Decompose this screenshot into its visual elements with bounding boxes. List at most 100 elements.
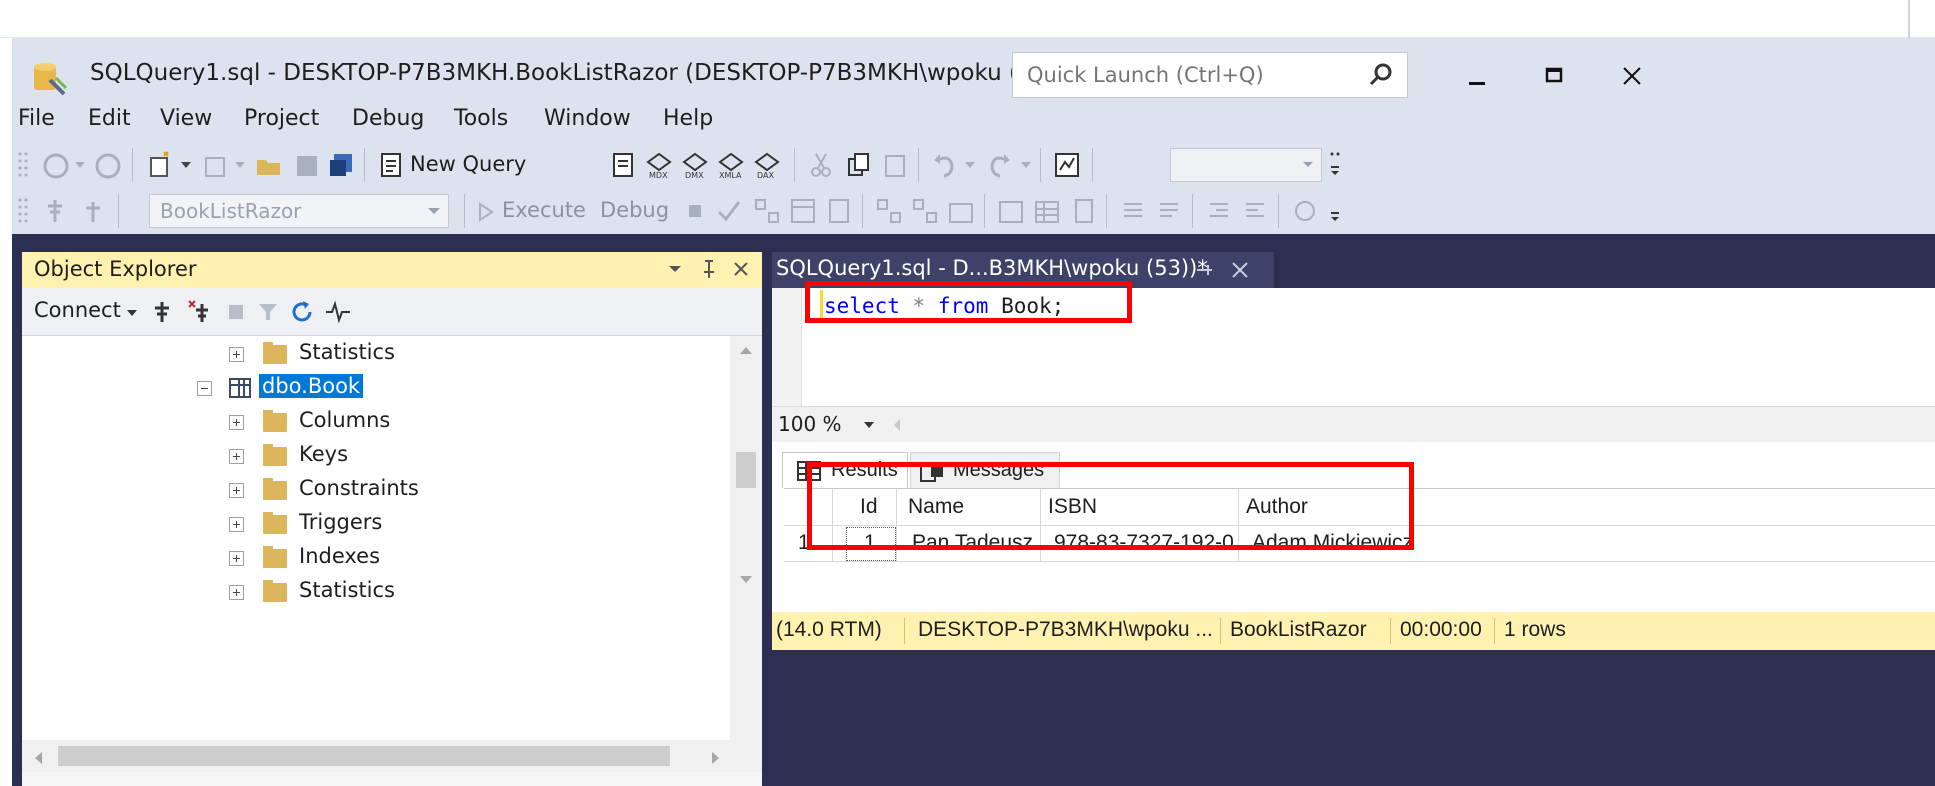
minimize-button[interactable] bbox=[1457, 56, 1497, 96]
query-designer-icon[interactable] bbox=[788, 196, 818, 226]
scroll-left-icon[interactable] bbox=[32, 750, 44, 766]
specify-values-icon[interactable] bbox=[824, 196, 854, 226]
tree-node-label[interactable]: Statistics bbox=[299, 340, 395, 364]
pin-tab-icon[interactable] bbox=[1194, 260, 1214, 280]
maximize-button[interactable] bbox=[1534, 56, 1574, 96]
tree-node[interactable]: Columns bbox=[22, 406, 730, 440]
xmla-query-icon[interactable]: XMLA bbox=[716, 150, 746, 180]
dax-query-icon[interactable]: DAX bbox=[752, 150, 782, 180]
column-header-author[interactable]: Author bbox=[1246, 495, 1308, 519]
scroll-thumb[interactable] bbox=[58, 746, 670, 766]
add-item-dropdown-icon[interactable] bbox=[234, 160, 246, 170]
zoom-level[interactable]: 100 % bbox=[778, 412, 842, 436]
tree-node-label[interactable]: Triggers bbox=[299, 510, 382, 534]
horizontal-scrollbar[interactable] bbox=[22, 740, 762, 772]
display-plan-icon[interactable] bbox=[752, 196, 782, 226]
pin-icon[interactable] bbox=[698, 258, 720, 280]
undo-icon[interactable] bbox=[930, 150, 960, 180]
expand-icon[interactable] bbox=[229, 517, 244, 532]
tree-node[interactable]: Triggers bbox=[22, 508, 730, 542]
cell-id[interactable]: 1 bbox=[864, 531, 876, 555]
results-to-file-icon[interactable] bbox=[1068, 196, 1098, 226]
column-header-name[interactable]: Name bbox=[908, 495, 964, 519]
chevron-down-icon[interactable] bbox=[864, 422, 874, 428]
execute-play-icon[interactable] bbox=[478, 202, 494, 222]
estimated-plan-icon[interactable] bbox=[874, 196, 904, 226]
menu-tools[interactable]: Tools bbox=[454, 106, 508, 131]
scroll-right-icon[interactable] bbox=[710, 750, 722, 766]
close-tab-icon[interactable] bbox=[1228, 258, 1252, 282]
scroll-up-icon[interactable] bbox=[738, 344, 754, 356]
stop-icon[interactable] bbox=[688, 204, 702, 218]
decrease-indent-icon[interactable] bbox=[1204, 196, 1234, 226]
quick-launch-box[interactable] bbox=[1012, 52, 1408, 98]
forward-icon[interactable] bbox=[94, 152, 122, 180]
tree-node-label[interactable]: Columns bbox=[299, 408, 390, 432]
new-project-icon[interactable] bbox=[146, 150, 176, 180]
menu-edit[interactable]: Edit bbox=[88, 106, 131, 131]
tree-node[interactable]: Statistics bbox=[22, 576, 730, 610]
query-editor[interactable]: select * from Book; bbox=[772, 288, 1935, 406]
tree-node-label[interactable]: Keys bbox=[299, 442, 348, 466]
scroll-left-icon[interactable] bbox=[892, 418, 902, 432]
back-dropdown-icon[interactable] bbox=[74, 160, 86, 170]
close-window-button[interactable] bbox=[1612, 56, 1652, 96]
tree-node[interactable]: Statistics bbox=[22, 338, 730, 372]
quick-launch-input[interactable] bbox=[1013, 53, 1343, 97]
activity-monitor-icon[interactable] bbox=[1052, 150, 1082, 180]
increase-indent-icon[interactable] bbox=[1240, 196, 1270, 226]
dmx-query-icon[interactable]: DMX bbox=[680, 150, 710, 180]
save-icon[interactable] bbox=[292, 150, 322, 180]
available-databases-dropdown[interactable]: BookListRazor bbox=[149, 194, 449, 228]
close-panel-icon[interactable] bbox=[730, 258, 752, 280]
query-document-tab[interactable]: SQLQuery1.sql - D...B3MKH\wpoku (53))* bbox=[772, 252, 1274, 288]
connect-plug-icon[interactable] bbox=[148, 298, 176, 326]
uncomment-icon[interactable] bbox=[1154, 196, 1184, 226]
open-file-icon[interactable] bbox=[254, 150, 284, 180]
column-header-isbn[interactable]: ISBN bbox=[1048, 495, 1097, 519]
results-to-grid-icon[interactable] bbox=[1032, 196, 1062, 226]
new-query-button[interactable]: New Query bbox=[410, 152, 526, 176]
connect-icon[interactable] bbox=[40, 196, 70, 226]
tree-node[interactable]: Indexes bbox=[22, 542, 730, 576]
filter-icon[interactable] bbox=[256, 300, 280, 324]
vertical-scrollbar[interactable] bbox=[730, 336, 762, 740]
copy-icon[interactable] bbox=[844, 150, 874, 180]
connect-button[interactable]: Connect bbox=[34, 298, 121, 322]
redo-dropdown-icon[interactable] bbox=[1020, 160, 1032, 170]
menu-help[interactable]: Help bbox=[663, 106, 713, 131]
scroll-thumb[interactable] bbox=[736, 452, 756, 488]
menu-file[interactable]: File bbox=[18, 106, 55, 131]
search-icon[interactable] bbox=[1367, 61, 1395, 89]
toolbar-overflow-icon[interactable] bbox=[1328, 202, 1342, 226]
undo-dropdown-icon[interactable] bbox=[964, 160, 976, 170]
column-header-id[interactable]: Id bbox=[860, 495, 878, 519]
tree-node-label[interactable]: Indexes bbox=[299, 544, 380, 568]
debug-button[interactable]: Debug bbox=[600, 198, 669, 222]
tree-node-label[interactable]: dbo.Book bbox=[259, 374, 364, 398]
new-project-dropdown-icon[interactable] bbox=[180, 160, 192, 170]
tree-node-label[interactable]: Statistics bbox=[299, 578, 395, 602]
cell-name[interactable]: Pan Tadeusz bbox=[912, 531, 1033, 555]
activity-monitor-icon[interactable] bbox=[324, 300, 352, 324]
comment-out-icon[interactable] bbox=[1118, 196, 1148, 226]
execute-button[interactable]: Execute bbox=[502, 198, 586, 222]
toolbar-overflow-icon[interactable] bbox=[1328, 150, 1342, 180]
results-to-text-icon[interactable] bbox=[996, 196, 1026, 226]
mdx-query-icon[interactable]: MDX bbox=[644, 150, 674, 180]
tab-messages[interactable]: Messages bbox=[910, 452, 1060, 488]
expand-icon[interactable] bbox=[229, 483, 244, 498]
refresh-icon[interactable] bbox=[288, 298, 316, 326]
expand-icon[interactable] bbox=[229, 551, 244, 566]
tree-node[interactable]: Constraints bbox=[22, 474, 730, 508]
query-text[interactable]: select * from Book; bbox=[824, 294, 1064, 318]
collapse-icon[interactable] bbox=[197, 381, 212, 396]
expand-icon[interactable] bbox=[229, 415, 244, 430]
client-stats-icon[interactable] bbox=[946, 196, 976, 226]
tree-node-label[interactable]: Constraints bbox=[299, 476, 419, 500]
tab-results[interactable]: Results bbox=[782, 452, 908, 488]
cell-author[interactable]: Adam Mickiewicz bbox=[1252, 531, 1413, 555]
expand-icon[interactable] bbox=[229, 347, 244, 362]
tree-node-dbo-book[interactable]: dbo.Book bbox=[22, 372, 730, 406]
expand-icon[interactable] bbox=[229, 449, 244, 464]
